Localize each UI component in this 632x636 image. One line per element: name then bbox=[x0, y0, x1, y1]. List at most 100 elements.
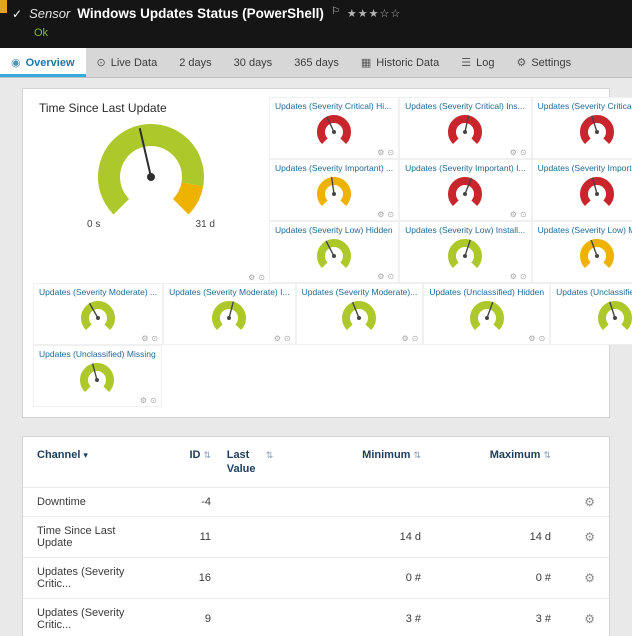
gear-icon[interactable]: ⚙ bbox=[377, 273, 384, 281]
gear-icon[interactable]: ⚙ bbox=[377, 149, 384, 157]
channel-id: 11 bbox=[149, 531, 211, 543]
tab-2-days[interactable]: 2 days bbox=[168, 48, 222, 77]
channel-gauge-label[interactable]: Updates (Unclassified) Hidden bbox=[429, 287, 544, 297]
tab-historic-data[interactable]: ▦Historic Data bbox=[350, 48, 450, 77]
flag-icon[interactable]: ⚐ bbox=[331, 6, 340, 17]
table-row[interactable]: Time Since Last Update1114 d14 d⚙ bbox=[23, 516, 609, 557]
column-header-id[interactable]: ID⇅ bbox=[149, 449, 211, 461]
column-header-channel[interactable]: Channel▾ bbox=[37, 449, 149, 461]
gauge-action-icons: ⚙⊙ bbox=[274, 335, 291, 343]
content-area: Time Since Last Update 0 s 31 d ⚙ ⊙ Upda… bbox=[0, 78, 632, 636]
notify-icon[interactable]: ⊙ bbox=[387, 149, 394, 157]
channel-gauge-label[interactable]: Updates (Severity Low) Missi... bbox=[538, 225, 632, 235]
channel-gauge-label[interactable]: Updates (Severity Low) Install... bbox=[405, 225, 525, 235]
column-header-last-value[interactable]: Last Value⇅ bbox=[211, 449, 289, 477]
small-gauges-row: Updates (Severity Moderate) ...⚙⊙Updates… bbox=[33, 283, 599, 345]
channel-gauge-tile: Updates (Severity Important) ... ⚙⊙ bbox=[269, 159, 399, 221]
channel-gauge bbox=[331, 298, 387, 334]
gear-icon[interactable]: ⚙ bbox=[274, 335, 281, 343]
gear-icon[interactable]: ⚙ bbox=[401, 335, 408, 343]
channel-settings-gear-icon[interactable]: ⚙ bbox=[551, 531, 595, 543]
gear-icon: ⚙ bbox=[516, 56, 526, 69]
channel-gauge-tile: Updates (Severity Low) Install... ⚙⊙ bbox=[399, 221, 531, 283]
tab-log[interactable]: ☰Log bbox=[450, 48, 505, 77]
channel-gauge-tile: Updates (Severity Moderate)... ⚙ ⊙ bbox=[296, 283, 424, 345]
gear-icon[interactable]: ⚙ bbox=[528, 335, 535, 343]
channel-gauge-label[interactable]: Updates (Severity Moderate) I... bbox=[169, 287, 289, 297]
notify-icon[interactable]: ⊙ bbox=[412, 335, 419, 343]
gear-icon[interactable]: ⚙ bbox=[510, 149, 517, 157]
column-label: Minimum bbox=[362, 449, 410, 461]
gauge-action-icons: ⚙ ⊙ bbox=[248, 274, 265, 282]
gauge-action-icons: ⚙⊙ bbox=[377, 211, 394, 219]
tab-settings[interactable]: ⚙Settings bbox=[505, 48, 582, 77]
channel-settings-gear-icon[interactable]: ⚙ bbox=[551, 496, 595, 508]
big-gauge bbox=[37, 119, 265, 231]
sensor-status-badge: Ok bbox=[34, 27, 48, 39]
channels-table: Channel▾ ID⇅ Last Value⇅ Minimum⇅ Maximu… bbox=[22, 436, 610, 636]
notify-icon[interactable]: ⊙ bbox=[538, 335, 545, 343]
notify-icon[interactable]: ⊙ bbox=[258, 274, 265, 282]
table-row[interactable]: Updates (Severity Critic...160 #0 #⚙ bbox=[23, 557, 609, 598]
notify-icon[interactable]: ⊙ bbox=[284, 335, 291, 343]
channel-gauge-label[interactable]: Updates (Severity Important) I... bbox=[405, 163, 525, 173]
sort-icon: ⇅ bbox=[413, 450, 421, 460]
tab-365-days[interactable]: 365 days bbox=[283, 48, 350, 77]
priority-marker bbox=[0, 0, 7, 13]
channel-gauge bbox=[69, 360, 125, 396]
gear-icon[interactable]: ⚙ bbox=[140, 397, 147, 405]
tab-label: Log bbox=[476, 57, 494, 69]
channel-gauge-tile: Updates (Severity Low) Missi...⚙⊙ bbox=[532, 221, 632, 283]
channel-gauge-tile: Updates (Severity Critical) Ins... ⚙⊙ bbox=[399, 97, 531, 159]
table-row[interactable]: Updates (Severity Critic...93 #3 #⚙ bbox=[23, 598, 609, 636]
channel-gauge-label[interactable]: Updates (Severity Low) Hidden bbox=[275, 225, 393, 235]
channel-settings-gear-icon[interactable]: ⚙ bbox=[551, 613, 595, 625]
channel-gauge-label[interactable]: Updates (Severity Critical) Ins... bbox=[405, 101, 525, 111]
notify-icon[interactable]: ⊙ bbox=[520, 273, 527, 281]
gear-icon[interactable]: ⚙ bbox=[248, 274, 255, 282]
channel-gauge-label[interactable]: Updates (Unclassified) Missing bbox=[39, 349, 156, 359]
tab-overview[interactable]: ◉Overview bbox=[0, 48, 86, 77]
channel-gauge bbox=[306, 236, 362, 272]
gear-icon[interactable]: ⚙ bbox=[510, 211, 517, 219]
tab-live-data[interactable]: ⊙Live Data bbox=[86, 48, 169, 77]
channel-gauge bbox=[306, 112, 362, 148]
channel-gauge-label[interactable]: Updates (Severity Moderate) ... bbox=[39, 287, 157, 297]
notify-icon[interactable]: ⊙ bbox=[150, 397, 157, 405]
channel-gauge-label[interactable]: Updates (Severity Critical) Hi... bbox=[275, 101, 393, 111]
gauge-action-icons: ⚙⊙ bbox=[510, 149, 527, 157]
table-header-row: Channel▾ ID⇅ Last Value⇅ Minimum⇅ Maximu… bbox=[23, 437, 609, 487]
gauge-action-icons: ⚙⊙ bbox=[377, 273, 394, 281]
gear-icon[interactable]: ⚙ bbox=[377, 211, 384, 219]
channel-gauge-label[interactable]: Updates (Unclassified) Install... bbox=[556, 287, 632, 297]
column-header-minimum[interactable]: Minimum⇅ bbox=[289, 449, 421, 461]
channel-gauge-label[interactable]: Updates (Severity Important) ... bbox=[275, 163, 393, 173]
gear-icon[interactable]: ⚙ bbox=[510, 273, 517, 281]
column-label: Maximum bbox=[490, 449, 541, 461]
notify-icon[interactable]: ⊙ bbox=[387, 273, 394, 281]
gear-icon[interactable]: ⚙ bbox=[141, 335, 148, 343]
notify-icon[interactable]: ⊙ bbox=[520, 211, 527, 219]
column-header-maximum[interactable]: Maximum⇅ bbox=[421, 449, 551, 461]
priority-stars[interactable]: ★★★☆☆ bbox=[347, 7, 401, 20]
tab-30-days[interactable]: 30 days bbox=[223, 48, 284, 77]
channel-settings-gear-icon[interactable]: ⚙ bbox=[551, 572, 595, 584]
channel-gauge bbox=[306, 174, 362, 210]
notify-icon[interactable]: ⊙ bbox=[387, 211, 394, 219]
channel-gauge-tile: Updates (Severity Low) Hidden ⚙⊙ bbox=[269, 221, 399, 283]
notify-icon[interactable]: ⊙ bbox=[151, 335, 158, 343]
table-row[interactable]: Downtime-4 ⚙ bbox=[23, 487, 609, 516]
channel-gauge-label[interactable]: Updates (Severity Important) ... bbox=[538, 163, 632, 173]
notify-icon[interactable]: ⊙ bbox=[520, 149, 527, 157]
channel-gauge bbox=[459, 298, 515, 334]
channel-gauge-label[interactable]: Updates (Severity Critical) Mi... bbox=[538, 101, 632, 111]
prtg-sensor-page: ✓ Sensor Windows Updates Status (PowerSh… bbox=[0, 0, 632, 636]
tab-bar: ◉Overview⊙Live Data2 days30 days365 days… bbox=[0, 48, 632, 78]
tab-label: Live Data bbox=[111, 57, 157, 69]
channel-id: -4 bbox=[149, 496, 211, 508]
column-label: ID bbox=[189, 449, 200, 461]
channel-name: Downtime bbox=[37, 496, 149, 508]
channel-gauge bbox=[437, 236, 493, 272]
channel-gauge-label[interactable]: Updates (Severity Moderate)... bbox=[302, 287, 418, 297]
channel-id: 16 bbox=[149, 572, 211, 584]
